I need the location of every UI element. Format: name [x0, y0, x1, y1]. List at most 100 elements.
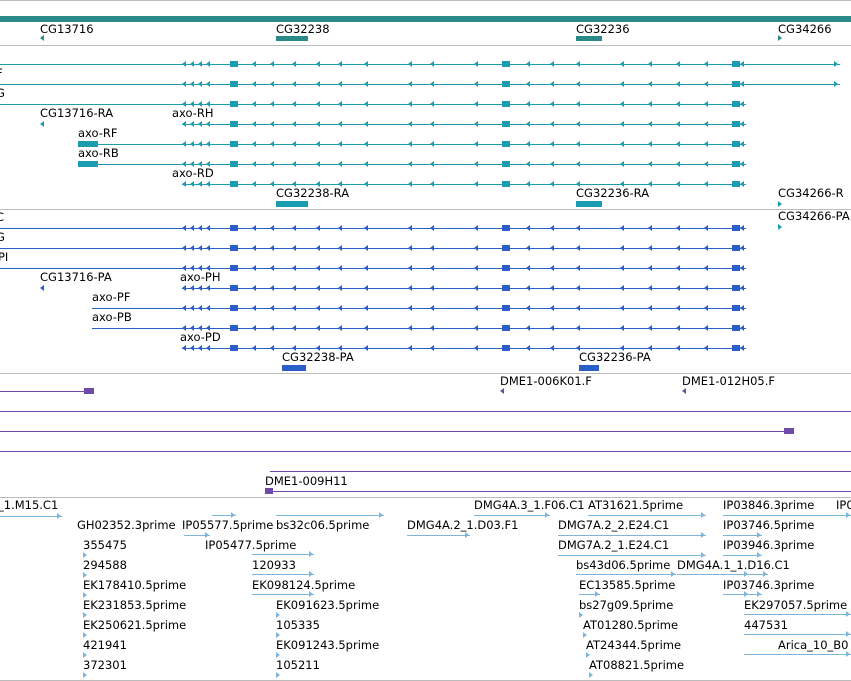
- gene-label-cg32236[interactable]: CG32236: [576, 23, 630, 36]
- transcript-label-axo-rf[interactable]: axo-RF: [78, 127, 118, 140]
- est-label[interactable]: AT24344.5prime: [586, 639, 681, 652]
- est-label[interactable]: DMG7A.2_2.E24.C1: [558, 519, 669, 532]
- est-label[interactable]: AT08821.5prime: [589, 659, 684, 672]
- transcript-label-cg34266-pa[interactable]: CG34266-PA: [778, 210, 850, 223]
- arrow-left-icon: [676, 101, 680, 107]
- transcript-label-cg13716-ra[interactable]: CG13716-RA: [40, 107, 113, 120]
- gene-label-cg34266[interactable]: CG34266: [778, 23, 832, 36]
- arrow-left-icon: [648, 101, 652, 107]
- transcript-label-axo-rd[interactable]: axo-RD: [172, 167, 214, 180]
- est-label[interactable]: 105211: [276, 659, 320, 672]
- est-label[interactable]: 120933: [252, 559, 296, 572]
- est-label[interactable]: DMG4A.3_1.F06.C1: [474, 499, 585, 512]
- est-label[interactable]: IP03946.3prime: [723, 539, 814, 552]
- est-label[interactable]: 447531: [744, 619, 788, 632]
- arrow-left-icon: [292, 101, 296, 107]
- arrow-left-icon: [740, 285, 744, 291]
- est-label[interactable]: EC13585.5prime: [579, 579, 675, 592]
- est-label[interactable]: IP05477.5prime: [205, 539, 296, 552]
- translation-label-cg32236-pa[interactable]: CG32236-PA: [579, 351, 651, 364]
- arrow-left-icon: [576, 305, 580, 311]
- est-label[interactable]: bs32c06.5prime: [276, 519, 369, 532]
- clone-label-dme1-006k01-f[interactable]: DME1-006K01.F: [500, 375, 592, 388]
- est-label[interactable]: EK297057.5prime: [744, 599, 847, 612]
- clone-line: [265, 491, 851, 492]
- arrow-left-icon: [550, 181, 554, 187]
- est-label[interactable]: IP0: [836, 499, 851, 512]
- arrow-left-icon: [292, 305, 296, 311]
- est-label[interactable]: GH02352.3prime: [77, 519, 176, 532]
- translation-label-cg13716-pa[interactable]: CG13716-PA: [40, 271, 112, 284]
- est-read-line: [407, 535, 470, 536]
- transcript-label-axo-rb[interactable]: axo-RB: [78, 147, 119, 160]
- exon-block: [230, 225, 238, 231]
- est-label[interactable]: 355475: [83, 539, 127, 552]
- arrow-left-icon: [316, 81, 320, 87]
- est-label[interactable]: AT31621.5prime: [588, 499, 683, 512]
- gene-label-cg13716[interactable]: CG13716: [40, 23, 94, 36]
- arrow-left-icon: [740, 161, 744, 167]
- est-label[interactable]: AT01280.5prime: [583, 619, 678, 632]
- est-label[interactable]: bs43d06.5prime: [576, 559, 670, 572]
- est-label[interactable]: Arica_10_B0: [778, 639, 849, 652]
- translation-label-axo-ph[interactable]: axo-PH: [180, 271, 220, 284]
- translation-label-axo-pd[interactable]: axo-PD: [180, 331, 221, 344]
- exon-block: [276, 201, 308, 207]
- feature-line: [0, 84, 840, 85]
- arrow-left-icon: [182, 345, 186, 351]
- est-label[interactable]: 372301: [83, 659, 127, 672]
- est-label[interactable]: EK091243.5prime: [276, 639, 379, 652]
- est-label[interactable]: DMG4A.1_1.D16.C1: [677, 559, 790, 572]
- gene-label-cg32238[interactable]: CG32238: [276, 23, 330, 36]
- exon-block: [230, 285, 238, 291]
- arrow-left-icon: [474, 265, 478, 271]
- arrow-left-icon: [474, 101, 478, 107]
- est-label[interactable]: EK250621.5prime: [83, 619, 186, 632]
- arrow-left-icon: [270, 325, 274, 331]
- arrow-left-icon: [292, 345, 296, 351]
- exon-block: [502, 245, 510, 251]
- arrow-left-icon: [474, 305, 478, 311]
- est-label[interactable]: _1.M15.C1: [0, 499, 58, 512]
- arrow-left-icon: [676, 345, 680, 351]
- arrow-left-icon: [252, 245, 256, 251]
- translation-label-cg32238-pa[interactable]: CG32238-PA: [282, 351, 354, 364]
- arrow-left-icon: [198, 285, 202, 291]
- arrow-left-icon: [364, 285, 368, 291]
- arrow-left-icon: [198, 325, 202, 331]
- arrow-left-icon: [648, 81, 652, 87]
- arrow-left-icon: [740, 181, 744, 187]
- est-label[interactable]: EK098124.5prime: [252, 579, 355, 592]
- est-label[interactable]: 105335: [276, 619, 320, 632]
- arrow-right-icon: [83, 572, 87, 578]
- est-label[interactable]: bs27g09.5prime: [579, 599, 673, 612]
- arrow-left-icon: [198, 121, 202, 127]
- est-label[interactable]: EK091623.5prime: [276, 599, 379, 612]
- arrow-left-icon: [206, 265, 210, 271]
- arrow-left-icon: [206, 81, 210, 87]
- exon-block: [502, 325, 510, 331]
- est-label[interactable]: IP03746.5prime: [723, 519, 814, 532]
- est-label[interactable]: EK231853.5prime: [83, 599, 186, 612]
- est-label[interactable]: 421941: [83, 639, 127, 652]
- arrow-left-icon: [526, 141, 530, 147]
- est-label[interactable]: DMG7A.2_1.E24.C1: [558, 539, 669, 552]
- translation-label-axo-pf[interactable]: axo-PF: [92, 291, 130, 304]
- translation-label-axo-pb[interactable]: axo-PB: [92, 311, 132, 324]
- transcript-label-cg32236-ra[interactable]: CG32236-RA: [576, 187, 649, 200]
- est-label[interactable]: IP05577.5prime: [182, 519, 273, 532]
- est-label[interactable]: IP03846.3prime: [723, 499, 814, 512]
- arrow-left-icon: [620, 181, 624, 187]
- est-label[interactable]: IP03746.3prime: [723, 579, 814, 592]
- clone-label-dme1-012h05-f[interactable]: DME1-012H05.F: [682, 375, 775, 388]
- est-label[interactable]: DMG4A.2_1.D03.F1: [407, 519, 518, 532]
- arrow-left-icon: [648, 181, 652, 187]
- clone-label-dme1-009h11[interactable]: DME1-009H11: [265, 475, 348, 488]
- est-label[interactable]: EK178410.5prime: [83, 579, 186, 592]
- est-label[interactable]: 294588: [83, 559, 127, 572]
- transcript-label-cg32238-ra[interactable]: CG32238-RA: [276, 187, 349, 200]
- arrow-right-icon: [701, 552, 705, 558]
- transcript-label-cg34266-r[interactable]: CG34266-R: [778, 187, 844, 200]
- transcript-label-axo-rh[interactable]: axo-RH: [172, 107, 214, 120]
- arrow-left-icon: [704, 285, 708, 291]
